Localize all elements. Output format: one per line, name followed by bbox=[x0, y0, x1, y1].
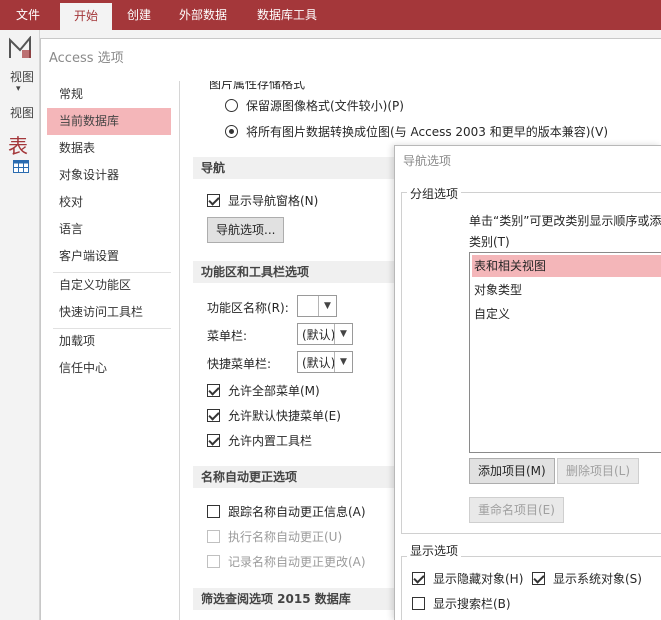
tab-database-tools[interactable]: 数据库工具 bbox=[244, 0, 330, 30]
allow-default-shortcut[interactable]: 允许默认快捷菜单(E) bbox=[207, 407, 341, 424]
allow-builtin-toolbars-checkbox[interactable] bbox=[207, 434, 220, 447]
tab-home[interactable]: 开始 bbox=[60, 3, 112, 30]
delete-item-button[interactable]: 删除项目(L) bbox=[557, 458, 640, 484]
nav-dialog-title: 导航选项 bbox=[403, 154, 452, 168]
category-listbox[interactable]: 表和相关视图 对象类型 自定义 bbox=[469, 252, 661, 453]
shortcut-menu-label: 快捷菜单栏: bbox=[207, 357, 272, 371]
menu-bar-label: 菜单栏: bbox=[207, 329, 248, 343]
add-item-button[interactable]: 添加项目(M) bbox=[469, 458, 555, 484]
tab-external-data[interactable]: 外部数据 bbox=[166, 0, 240, 30]
chevron-down-icon[interactable]: ▾ bbox=[16, 84, 21, 94]
list-item[interactable]: 自定义 bbox=[472, 303, 661, 325]
show-nav-pane[interactable]: 显示导航窗格(N) bbox=[207, 192, 318, 209]
show-hidden-objects[interactable]: 显示隐藏对象(H) bbox=[412, 570, 523, 587]
tab-file[interactable]: 文件 bbox=[0, 0, 56, 30]
nav-options-button[interactable]: 导航选项... bbox=[207, 217, 285, 243]
category-datasheet[interactable]: 数据表 bbox=[47, 135, 171, 162]
list-item[interactable]: 表和相关视图 bbox=[472, 255, 661, 277]
allow-full-menus[interactable]: 允许全部菜单(M) bbox=[207, 382, 320, 399]
panel-divider bbox=[179, 81, 180, 620]
radio-convert-bitmap[interactable] bbox=[225, 125, 238, 138]
category-proofing[interactable]: 校对 bbox=[47, 189, 171, 216]
picture-format-heading: 图片属性存储格式 bbox=[209, 81, 306, 91]
allow-default-shortcut-checkbox[interactable] bbox=[207, 409, 220, 422]
track-autocorrect-checkbox[interactable] bbox=[207, 505, 220, 518]
category-client-settings[interactable]: 客户端设置 bbox=[47, 243, 171, 270]
category-trust-center[interactable]: 信任中心 bbox=[47, 355, 171, 382]
perform-autocorrect[interactable]: 执行名称自动更正(U) bbox=[207, 528, 342, 545]
category-add-ins[interactable]: 加载项 bbox=[47, 328, 171, 355]
ribbon-tab-bar: 文件 开始 创建 外部数据 数据库工具 bbox=[0, 0, 661, 30]
view-label[interactable]: 视图 bbox=[10, 68, 34, 85]
navigation-options-dialog: 导航选项 分组选项 单击“类别”可更改类别显示顺序或添 类别(T) 表和相关视图… bbox=[394, 145, 661, 620]
show-search-bar[interactable]: 显示搜索栏(B) bbox=[412, 595, 511, 612]
dialog-title: Access 选项 bbox=[49, 51, 124, 66]
chevron-down-icon[interactable]: ▼ bbox=[318, 296, 336, 316]
category-label: 类别(T) bbox=[469, 235, 510, 249]
tab-create[interactable]: 创建 bbox=[114, 0, 164, 30]
category-object-designers[interactable]: 对象设计器 bbox=[47, 162, 171, 189]
table-label: 表 bbox=[8, 134, 28, 158]
log-autocorrect[interactable]: 记录名称自动更正更改(A) bbox=[207, 553, 366, 570]
ribbon-name-label: 功能区名称(R): bbox=[207, 301, 289, 315]
grouping-hint: 单击“类别”可更改类别显示顺序或添 bbox=[469, 214, 661, 228]
picture-format-option-keep[interactable]: 保留源图像格式(文件较小)(P) bbox=[225, 97, 404, 114]
show-system-checkbox[interactable] bbox=[532, 572, 545, 585]
category-customize-ribbon[interactable]: 自定义功能区 bbox=[47, 272, 171, 299]
picture-format-option-convert[interactable]: 将所有图片数据转换成位图(与 Access 2003 和更早的版本兼容)(V) bbox=[225, 123, 608, 140]
show-system-objects[interactable]: 显示系统对象(S) bbox=[532, 570, 642, 587]
allow-builtin-toolbars[interactable]: 允许内置工具栏 bbox=[207, 432, 312, 449]
chevron-down-icon[interactable]: ▼ bbox=[334, 324, 352, 344]
show-nav-pane-checkbox[interactable] bbox=[207, 194, 220, 207]
ribbon-name-combo[interactable]: ▼ bbox=[297, 295, 337, 317]
radio-keep-source[interactable] bbox=[225, 99, 238, 112]
table-icon[interactable] bbox=[13, 160, 29, 173]
show-hidden-checkbox[interactable] bbox=[412, 572, 425, 585]
chevron-down-icon[interactable]: ▼ bbox=[334, 352, 352, 372]
category-current-database[interactable]: 当前数据库 bbox=[47, 108, 171, 135]
shortcut-menu-combo[interactable]: (默认) ▼ bbox=[297, 351, 353, 373]
menu-bar-combo[interactable]: (默认) ▼ bbox=[297, 323, 353, 345]
category-language[interactable]: 语言 bbox=[47, 216, 171, 243]
view-icon[interactable] bbox=[8, 36, 34, 60]
category-general[interactable]: 常规 bbox=[47, 81, 171, 108]
display-options-legend: 显示选项 bbox=[407, 542, 462, 559]
list-item[interactable]: 对象类型 bbox=[472, 279, 661, 301]
category-quick-access-toolbar[interactable]: 快速访问工具栏 bbox=[47, 299, 171, 326]
perform-autocorrect-checkbox[interactable] bbox=[207, 530, 220, 543]
rename-item-button[interactable]: 重命名项目(E) bbox=[469, 497, 564, 523]
view-group-label: 视图 bbox=[10, 106, 35, 120]
show-search-checkbox[interactable] bbox=[412, 597, 425, 610]
track-autocorrect[interactable]: 跟踪名称自动更正信息(A) bbox=[207, 503, 366, 520]
allow-full-menus-checkbox[interactable] bbox=[207, 384, 220, 397]
grouping-options-legend: 分组选项 bbox=[407, 185, 462, 202]
log-autocorrect-checkbox[interactable] bbox=[207, 555, 220, 568]
access-left-strip: 视图 ▾ 视图 表 bbox=[0, 30, 40, 620]
